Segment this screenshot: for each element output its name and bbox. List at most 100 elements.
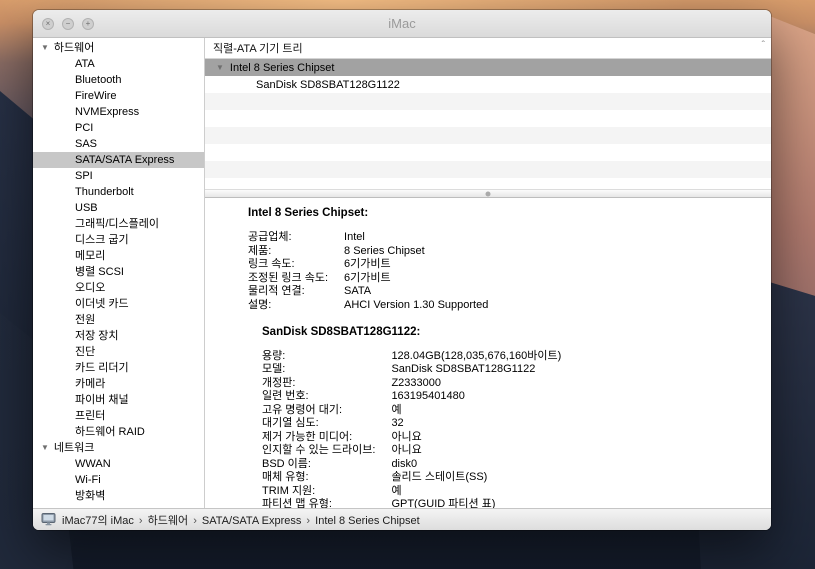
breadcrumb-item[interactable]: Intel 8 Series Chipset: [315, 515, 420, 527]
detail-label: 파티션 맵 유형:: [262, 498, 375, 508]
sidebar-item[interactable]: 진단: [33, 344, 204, 360]
window-controls: ×−+: [42, 18, 94, 30]
detail-label: 일련 번호:: [262, 390, 375, 402]
sidebar-item[interactable]: 전원: [33, 312, 204, 328]
detail-label: 고유 명령어 대기:: [262, 404, 375, 416]
detail-label: 대기열 심도:: [262, 417, 375, 429]
sidebar: ▼하드웨어ATABluetoothFireWireNVMExpressPCISA…: [33, 38, 205, 508]
detail-value: disk0: [391, 458, 759, 470]
device-tree-row[interactable]: ▼ Intel 8 Series Chipset: [205, 59, 771, 76]
disclosure-triangle-icon[interactable]: ▼: [41, 440, 49, 456]
detail-value: Z2333000: [391, 377, 759, 389]
detail-grid: 공급업체: Intel 제품: 8 Series Chipset 링크 속도: 6기가비트…: [248, 231, 759, 311]
detail-section-title: Intel 8 Series Chipset:: [248, 207, 759, 219]
zoom-button[interactable]: +: [82, 18, 94, 30]
sort-arrow-icon[interactable]: ˆ: [762, 40, 765, 51]
window-titlebar[interactable]: iMac ×−+: [33, 10, 771, 38]
detail-value: 예: [391, 485, 759, 497]
details-pane: Intel 8 Series Chipset: 공급업체: Intel 제품: 8 Se…: [205, 198, 771, 508]
sidebar-item[interactable]: 카메라: [33, 376, 204, 392]
sidebar-item[interactable]: ATA: [33, 56, 204, 72]
detail-value: 32: [391, 417, 759, 429]
detail-label: 매체 유형:: [262, 471, 375, 483]
device-tree-header[interactable]: 직렬-ATA 기기 트리 ˆ: [205, 38, 771, 59]
breadcrumb-separator: ›: [188, 515, 202, 527]
window-title: iMac: [33, 16, 771, 31]
disclosure-triangle-icon[interactable]: ▼: [216, 63, 224, 72]
detail-section: Intel 8 Series Chipset: 공급업체: Intel 제품: 8 Se…: [248, 207, 759, 311]
device-tree: ▼ Intel 8 Series Chipset SanDisk SD8SBAT12…: [205, 59, 771, 189]
sidebar-item[interactable]: 오디오: [33, 280, 204, 296]
detail-label: 개정판:: [262, 377, 375, 389]
sidebar-section-label: 네트워크: [54, 440, 94, 456]
sidebar-item[interactable]: SATA/SATA Express: [33, 152, 204, 168]
sidebar-item[interactable]: SPI: [33, 168, 204, 184]
detail-label: 조정된 링크 속도:: [248, 272, 328, 284]
detail-label: 링크 속도:: [248, 258, 328, 270]
breadcrumb: iMac77의 iMac › 하드웨어 › SATA/SATA Express …: [62, 512, 420, 528]
breadcrumb-item[interactable]: iMac77의 iMac: [62, 515, 134, 527]
device-tree-header-label: 직렬-ATA 기기 트리: [213, 40, 303, 56]
detail-section: SanDisk SD8SBAT128G1122: 용량: 128.04GB(128,…: [262, 326, 759, 509]
device-tree-row-label: Intel 8 Series Chipset: [230, 62, 335, 74]
disclosure-triangle-icon[interactable]: ▼: [41, 40, 49, 56]
detail-label: 제품:: [248, 245, 328, 257]
sidebar-item[interactable]: 파이버 채널: [33, 392, 204, 408]
sidebar-item[interactable]: Wi-Fi: [33, 472, 204, 488]
window-content: ▼하드웨어ATABluetoothFireWireNVMExpressPCISA…: [33, 38, 771, 508]
sidebar-section-hardware[interactable]: ▼ 하드웨어: [33, 40, 204, 56]
pane-splitter[interactable]: [205, 189, 771, 198]
sidebar-item[interactable]: 이더넷 카드: [33, 296, 204, 312]
sidebar-item[interactable]: 저장 장치: [33, 328, 204, 344]
desktop-wallpaper: iMac ×−+ ▼하드웨어ATABluetoothFireWireNVMExp…: [0, 0, 815, 569]
computer-icon: [41, 513, 56, 526]
sidebar-item[interactable]: 병렬 SCSI: [33, 264, 204, 280]
sidebar-item[interactable]: WWAN: [33, 456, 204, 472]
breadcrumb-item[interactable]: SATA/SATA Express: [202, 515, 301, 527]
sidebar-item[interactable]: NVMExpress: [33, 104, 204, 120]
breadcrumb-item[interactable]: 하드웨어: [148, 515, 188, 527]
detail-label: 물리적 연결:: [248, 285, 328, 297]
detail-section-title: SanDisk SD8SBAT128G1122:: [262, 326, 759, 338]
sidebar-section-network[interactable]: ▼ 네트워크: [33, 440, 204, 456]
sidebar-item[interactable]: 프린터: [33, 408, 204, 424]
detail-value: 6기가비트: [344, 272, 759, 284]
minimize-button[interactable]: −: [62, 18, 74, 30]
sidebar-item[interactable]: Thunderbolt: [33, 184, 204, 200]
detail-value: Intel: [344, 231, 759, 243]
breadcrumb-separator: ›: [301, 515, 315, 527]
detail-label: 공급업체:: [248, 231, 328, 243]
close-button[interactable]: ×: [42, 18, 54, 30]
splitter-dimple-icon: [486, 191, 491, 196]
sidebar-item[interactable]: USB: [33, 200, 204, 216]
device-tree-row-label: SanDisk SD8SBAT128G1122: [256, 79, 400, 91]
device-tree-row[interactable]: SanDisk SD8SBAT128G1122: [205, 76, 771, 93]
detail-value: 163195401480: [391, 390, 759, 402]
sidebar-item[interactable]: 메모리: [33, 248, 204, 264]
detail-value: 6기가비트: [344, 258, 759, 270]
sidebar-item[interactable]: PCI: [33, 120, 204, 136]
detail-label: 모델:: [262, 363, 375, 375]
detail-label: TRIM 지원:: [262, 485, 375, 497]
detail-label: 용량:: [262, 350, 375, 362]
sidebar-item[interactable]: FireWire: [33, 88, 204, 104]
status-bar: iMac77의 iMac › 하드웨어 › SATA/SATA Express …: [33, 508, 771, 530]
sidebar-item[interactable]: 그래픽/디스플레이: [33, 216, 204, 232]
sidebar-item[interactable]: 디스크 굽기: [33, 232, 204, 248]
detail-value: 아니요: [391, 431, 759, 443]
detail-value: 예: [391, 404, 759, 416]
detail-value: GPT(GUID 파티션 표): [391, 498, 759, 508]
sidebar-item[interactable]: 카드 리더기: [33, 360, 204, 376]
detail-value: AHCI Version 1.30 Supported: [344, 299, 759, 311]
detail-value: 8 Series Chipset: [344, 245, 759, 257]
sidebar-item[interactable]: 하드웨어 RAID: [33, 424, 204, 440]
detail-value: 128.04GB(128,035,676,160바이트): [391, 350, 759, 362]
detail-label: 인지할 수 있는 드라이브:: [262, 444, 375, 456]
sidebar-item[interactable]: Bluetooth: [33, 72, 204, 88]
detail-label: BSD 이름:: [262, 458, 375, 470]
sidebar-item[interactable]: 방화벽: [33, 488, 204, 504]
detail-label: 제거 가능한 미디어:: [262, 431, 375, 443]
sidebar-item[interactable]: SAS: [33, 136, 204, 152]
breadcrumb-separator: ›: [134, 515, 148, 527]
sidebar-section-label: 하드웨어: [54, 40, 94, 56]
